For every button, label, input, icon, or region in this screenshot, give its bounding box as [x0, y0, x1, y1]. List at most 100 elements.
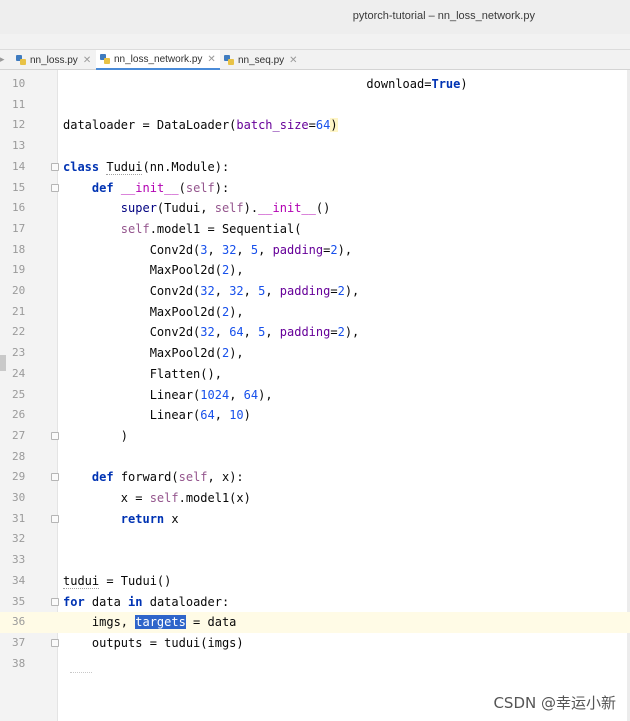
fold-icon[interactable]	[51, 431, 59, 440]
line-number: 16	[12, 201, 26, 215]
line-number: 36	[12, 615, 26, 629]
code-line[interactable]: 30 x = self.model1(x)	[0, 488, 630, 509]
line-number: 17	[12, 221, 26, 235]
code-line[interactable]: 14 class Tudui(nn.Module):	[0, 157, 630, 178]
line-number: 27	[12, 428, 26, 442]
watermark: CSDN @幸运小新	[493, 694, 616, 712]
tab-scroll-left-icon[interactable]: ▸	[0, 54, 8, 66]
code-line[interactable]: 38	[0, 654, 630, 675]
python-file-icon	[100, 54, 110, 64]
code-line[interactable]: 10 download=True)	[0, 74, 630, 95]
code-text[interactable]: download=True)	[63, 74, 467, 95]
code-line[interactable]: 22 Conv2d(32, 64, 5, padding=2),	[0, 322, 630, 343]
line-number: 25	[12, 387, 26, 401]
code-text[interactable]: def forward(self, x):	[63, 467, 244, 488]
code-text[interactable]: return x	[63, 509, 179, 530]
code-line[interactable]: 12 dataloader = DataLoader(batch_size=64)	[0, 115, 630, 136]
code-text[interactable]: imgs, targets = data	[63, 612, 236, 633]
tab-nn-seq[interactable]: nn_seq.py ✕	[224, 50, 298, 70]
fold-icon[interactable]	[51, 514, 59, 523]
line-number: 19	[12, 263, 26, 277]
code-line[interactable]: 35 for data in dataloader:	[0, 592, 630, 613]
code-text[interactable]: Conv2d(3, 32, 5, padding=2),	[63, 240, 352, 261]
code-line[interactable]: 33	[0, 550, 630, 571]
line-number: 32	[12, 532, 26, 546]
tab-nn-loss[interactable]: nn_loss.py ✕	[16, 50, 91, 70]
code-line[interactable]: 31 return x	[0, 509, 630, 530]
code-text[interactable]: tudui = Tudui()	[63, 571, 171, 592]
line-number: 18	[12, 242, 26, 256]
code-text[interactable]: Linear(1024, 64),	[63, 385, 273, 406]
python-file-icon	[16, 55, 26, 65]
code-line[interactable]: 24 Flatten(),	[0, 364, 630, 385]
line-number: 38	[12, 656, 26, 670]
fold-icon[interactable]	[51, 473, 59, 482]
line-number: 20	[12, 284, 26, 297]
code-line[interactable]: 11	[0, 95, 630, 116]
code-text[interactable]: x = self.model1(x)	[63, 488, 251, 509]
line-number: 22	[12, 325, 26, 339]
code-line[interactable]: 19 MaxPool2d(2),	[0, 260, 630, 281]
code-line[interactable]: 25 Linear(1024, 64),	[0, 385, 630, 406]
code-text[interactable]: dataloader = DataLoader(batch_size=64)	[63, 115, 338, 136]
tab-label: nn_loss_network.py	[114, 53, 203, 65]
tab-nn-loss-network[interactable]: nn_loss_network.py ✕	[96, 50, 220, 70]
fold-icon[interactable]	[51, 183, 59, 192]
fold-icon[interactable]	[51, 597, 59, 606]
code-line[interactable]: 15 def __init__(self):	[0, 178, 630, 199]
code-text[interactable]: MaxPool2d(2),	[63, 302, 244, 323]
code-line[interactable]: 20 Conv2d(32, 32, 5, padding=2),	[0, 281, 630, 302]
line-number: 33	[12, 553, 26, 567]
line-number: 30	[12, 491, 26, 504]
code-text[interactable]: Linear(64, 10)	[63, 405, 251, 426]
line-number: 11	[12, 97, 26, 111]
code-text[interactable]: def __init__(self):	[63, 178, 229, 199]
code-text[interactable]: for data in dataloader:	[63, 592, 229, 613]
code-text[interactable]: )	[63, 426, 128, 447]
close-icon[interactable]: ✕	[207, 54, 215, 65]
code-line[interactable]: 27 )	[0, 426, 630, 447]
code-text[interactable]: MaxPool2d(2),	[63, 260, 244, 281]
code-editor[interactable]: 10 download=True) 11 12 dataloader = DataLo…	[0, 70, 630, 721]
code-line[interactable]: 36 imgs, targets = data	[0, 612, 630, 633]
code-line[interactable]: 13	[0, 136, 630, 157]
code-line[interactable]: 37 outputs = tudui(imgs)	[0, 633, 630, 654]
code-line[interactable]: 28	[0, 447, 630, 468]
code-text[interactable]: Flatten(),	[63, 364, 222, 385]
code-line[interactable]: 16 super(Tudui, self).__init__()	[0, 198, 630, 219]
code-text[interactable]: Conv2d(32, 64, 5, padding=2),	[63, 322, 360, 343]
tab-label: nn_seq.py	[238, 54, 285, 66]
fold-icon[interactable]	[51, 638, 59, 647]
code-text[interactable]: super(Tudui, self).__init__()	[63, 198, 331, 219]
line-number: 31	[12, 511, 26, 525]
code-line[interactable]: 17 self.model1 = Sequential(	[0, 219, 630, 240]
line-number: 10	[12, 77, 26, 90]
code-text[interactable]: Conv2d(32, 32, 5, padding=2),	[63, 281, 360, 302]
code-line[interactable]: 32	[0, 529, 630, 550]
code-line[interactable]: 29 def forward(self, x):	[0, 467, 630, 488]
line-number: 29	[12, 470, 26, 484]
editor-tab-bar: ▸ nn_loss.py ✕ nn_loss_network.py ✕ nn_s…	[0, 50, 630, 70]
close-icon[interactable]: ✕	[289, 55, 297, 66]
code-text[interactable]: MaxPool2d(2),	[63, 343, 244, 364]
code-line[interactable]: 18 Conv2d(3, 32, 5, padding=2),	[0, 240, 630, 261]
code-line[interactable]: 21 MaxPool2d(2),	[0, 302, 630, 323]
line-number: 24	[12, 366, 26, 380]
fold-icon[interactable]	[51, 162, 59, 171]
close-icon[interactable]: ✕	[83, 55, 91, 66]
line-number: 12	[12, 118, 26, 132]
line-number: 35	[12, 594, 26, 608]
line-number: 21	[12, 304, 26, 318]
code-text[interactable]: class Tudui(nn.Module):	[63, 157, 229, 178]
code-line[interactable]: 26 Linear(64, 10)	[0, 405, 630, 426]
window-title: pytorch-tutorial – nn_loss_network.py	[352, 10, 535, 22]
line-number: 13	[12, 139, 26, 153]
code-text[interactable]: self.model1 = Sequential(	[63, 219, 302, 240]
code-line[interactable]: 23 MaxPool2d(2),	[0, 343, 630, 364]
tab-label: nn_loss.py	[30, 54, 78, 66]
code-text[interactable]: outputs = tudui(imgs)	[63, 633, 244, 654]
toolbar	[0, 34, 630, 50]
line-number: 23	[12, 346, 26, 360]
line-number: 26	[12, 408, 26, 422]
code-line[interactable]: 34 tudui = Tudui()	[0, 571, 630, 592]
